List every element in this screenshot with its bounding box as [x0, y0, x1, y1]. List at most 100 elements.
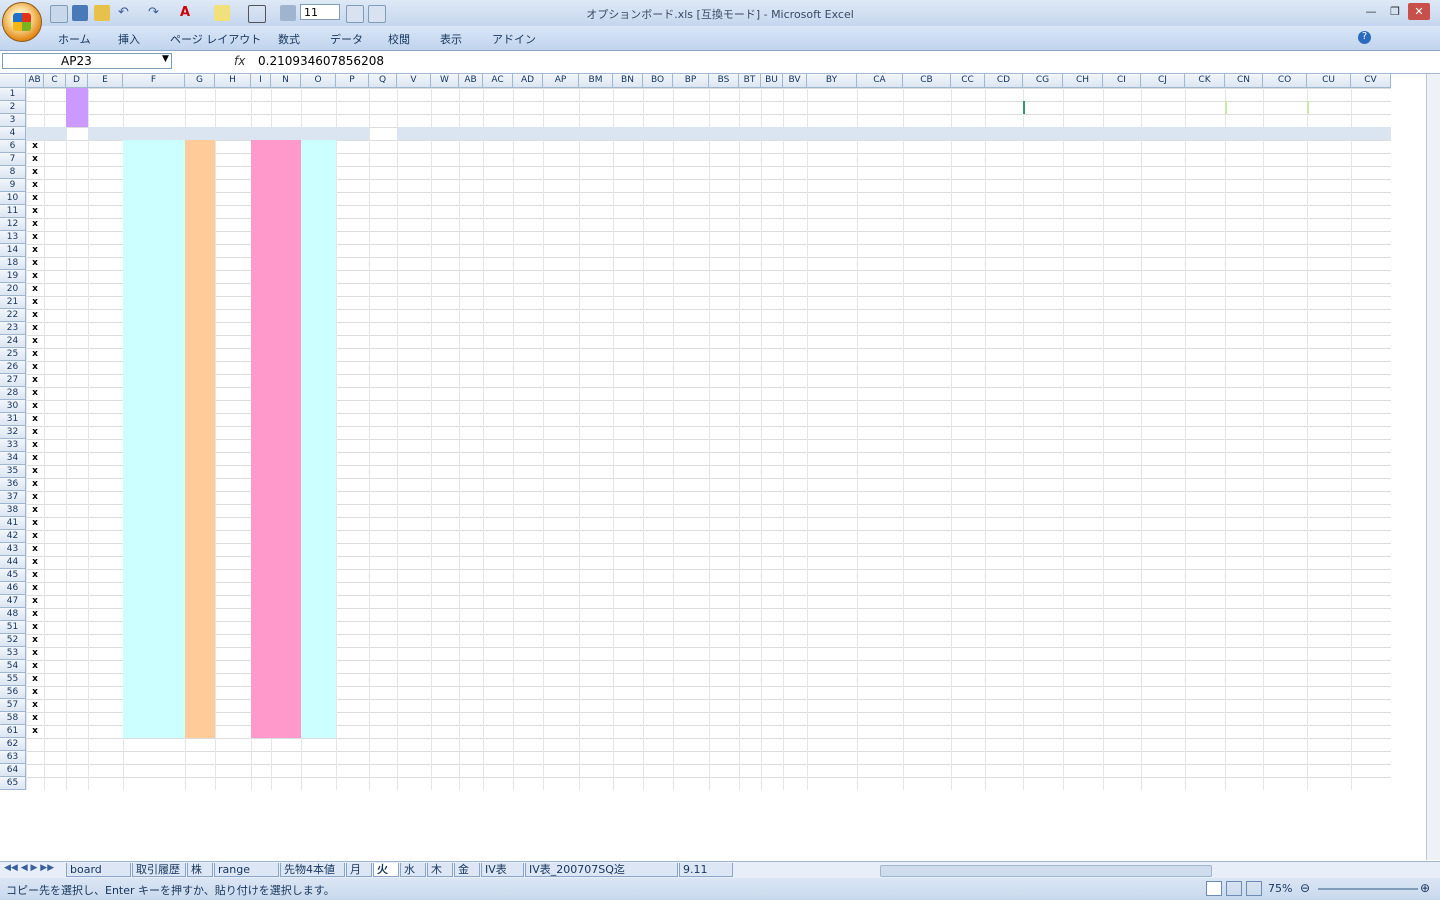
data-cell[interactable] — [643, 205, 673, 218]
cell[interactable] — [336, 101, 369, 114]
data-cell[interactable] — [807, 621, 857, 634]
data-cell[interactable] — [761, 634, 783, 647]
data-cell[interactable] — [903, 504, 951, 517]
data-cell[interactable] — [185, 452, 215, 465]
data-cell[interactable] — [1225, 569, 1263, 582]
data-cell[interactable] — [1141, 244, 1185, 257]
data-cell[interactable] — [857, 608, 903, 621]
data-cell[interactable] — [271, 400, 301, 413]
data-cell[interactable] — [783, 686, 807, 699]
data-cell[interactable] — [1063, 634, 1103, 647]
data-cell[interactable] — [185, 686, 215, 699]
data-cell[interactable] — [543, 192, 579, 205]
data-cell[interactable] — [251, 478, 271, 491]
data-cell[interactable] — [761, 556, 783, 569]
data-cell[interactable] — [336, 517, 369, 530]
data-cell[interactable] — [1063, 153, 1103, 166]
data-cell[interactable] — [459, 335, 483, 348]
strike-cell[interactable] — [88, 426, 123, 439]
data-cell[interactable] — [1263, 361, 1307, 374]
data-cell[interactable] — [1225, 621, 1263, 634]
data-cell[interactable] — [903, 569, 951, 582]
data-cell[interactable] — [1307, 569, 1351, 582]
data-cell[interactable] — [985, 569, 1023, 582]
data-cell[interactable] — [251, 231, 271, 244]
data-cell[interactable] — [44, 322, 66, 335]
data-cell[interactable] — [459, 387, 483, 400]
data-cell[interactable] — [903, 556, 951, 569]
data-cell[interactable] — [483, 686, 513, 699]
data-cell[interactable] — [857, 400, 903, 413]
data-cell[interactable] — [397, 491, 431, 504]
data-cell[interactable] — [709, 231, 739, 244]
data-cell[interactable] — [301, 491, 336, 504]
column-header[interactable]: BP — [673, 74, 709, 88]
data-cell[interactable] — [1023, 387, 1063, 400]
data-cell[interactable] — [673, 335, 709, 348]
data-cell[interactable] — [431, 647, 459, 660]
data-cell[interactable] — [579, 673, 613, 686]
data-cell[interactable] — [215, 660, 251, 673]
data-cell[interactable] — [459, 491, 483, 504]
column-header[interactable]: H — [215, 74, 251, 88]
data-cell[interactable] — [903, 244, 951, 257]
data-cell[interactable] — [215, 400, 251, 413]
data-cell[interactable] — [903, 673, 951, 686]
data-cell[interactable] — [1263, 348, 1307, 361]
row-header[interactable]: 48 — [0, 608, 26, 621]
data-cell[interactable] — [513, 673, 543, 686]
data-cell[interactable] — [761, 465, 783, 478]
data-cell[interactable] — [739, 361, 761, 374]
data-cell[interactable] — [857, 387, 903, 400]
data-cell[interactable] — [985, 270, 1023, 283]
data-cell[interactable] — [336, 374, 369, 387]
strike-cell[interactable] — [88, 582, 123, 595]
data-cell[interactable] — [44, 374, 66, 387]
tab-formulas[interactable]: 数式 — [278, 31, 300, 47]
data-cell[interactable] — [1185, 452, 1225, 465]
data-cell[interactable] — [336, 530, 369, 543]
data-cell[interactable] — [251, 465, 271, 478]
data-cell[interactable] — [579, 244, 613, 257]
data-cell[interactable] — [66, 179, 88, 192]
data-cell[interactable] — [271, 686, 301, 699]
data-cell[interactable] — [215, 556, 251, 569]
data-cell[interactable] — [1063, 673, 1103, 686]
data-cell[interactable] — [1103, 387, 1141, 400]
data-cell[interactable] — [1307, 673, 1351, 686]
data-cell[interactable] — [1063, 725, 1103, 738]
row-checkbox[interactable]: x — [26, 153, 44, 166]
data-cell[interactable] — [251, 504, 271, 517]
data-cell[interactable] — [185, 517, 215, 530]
data-cell[interactable] — [543, 725, 579, 738]
data-cell[interactable] — [336, 270, 369, 283]
row-checkbox[interactable]: x — [26, 439, 44, 452]
data-cell[interactable] — [1263, 608, 1307, 621]
column-header[interactable]: N — [271, 74, 301, 88]
data-cell[interactable] — [397, 517, 431, 530]
data-cell[interactable] — [1141, 387, 1185, 400]
data-cell[interactable] — [185, 400, 215, 413]
data-cell[interactable] — [643, 530, 673, 543]
data-cell[interactable] — [761, 439, 783, 452]
data-cell[interactable] — [513, 491, 543, 504]
data-cell[interactable] — [459, 374, 483, 387]
row-header[interactable]: 14 — [0, 244, 26, 257]
data-cell[interactable] — [397, 608, 431, 621]
data-cell[interactable] — [1225, 283, 1263, 296]
data-cell[interactable] — [1263, 725, 1307, 738]
data-cell[interactable] — [513, 686, 543, 699]
data-cell[interactable] — [543, 244, 579, 257]
data-cell[interactable] — [513, 296, 543, 309]
data-cell[interactable] — [1225, 387, 1263, 400]
data-cell[interactable] — [951, 530, 985, 543]
data-cell[interactable] — [66, 660, 88, 673]
data-cell[interactable] — [44, 530, 66, 543]
data-cell[interactable] — [397, 335, 431, 348]
cell[interactable] — [26, 127, 44, 140]
data-cell[interactable] — [1103, 309, 1141, 322]
data-cell[interactable] — [1307, 439, 1351, 452]
data-cell[interactable] — [739, 270, 761, 283]
column-header[interactable]: BV — [783, 74, 807, 88]
data-cell[interactable] — [1185, 530, 1225, 543]
